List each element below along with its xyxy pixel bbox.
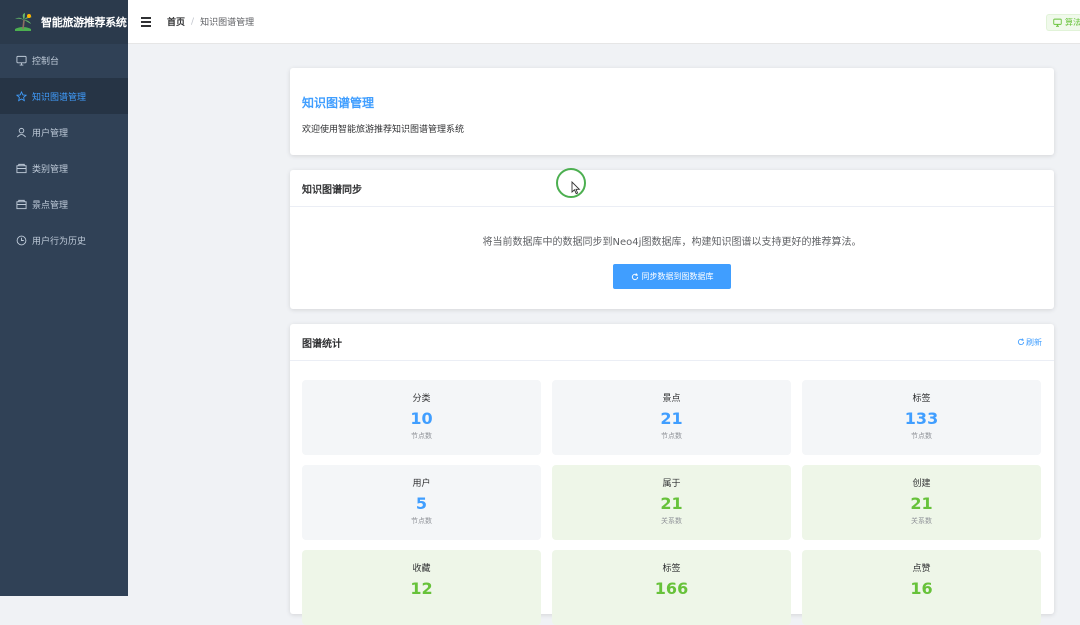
stat-unit: 节点数 [911,432,932,440]
stat-tile: 点赞 16 [802,550,1041,625]
stat-unit: 节点数 [411,432,432,440]
stat-name: 点赞 [912,564,931,574]
stat-tile: 标签 166 [552,550,791,625]
stat-tile: 分类 10 节点数 [302,380,541,455]
sync-to-graph-button[interactable]: 同步数据到图数据库 [613,264,731,289]
breadcrumb-home[interactable]: 首页 [167,15,185,28]
stat-tile: 标签 133 节点数 [802,380,1041,455]
stats-card-header: 图谱统计 刷新 [290,324,1054,361]
refresh-label: 刷新 [1026,337,1042,347]
sidebar-item-knowledge-graph[interactable]: 知识图谱管理 [0,78,128,114]
sidebar-item-label: 知识图谱管理 [32,92,87,103]
top-bar: 首页 / 知识图谱管理 算法 [128,0,1080,44]
sidebar-item-users[interactable]: 用户管理 [0,114,128,150]
refresh-icon [1017,338,1025,346]
sidebar-item-categories[interactable]: 类别管理 [0,150,128,186]
sidebar-item-label: 用户行为历史 [32,236,87,247]
star-icon [15,90,27,102]
sidebar-item-dashboard[interactable]: 控制台 [0,42,128,78]
mouse-cursor-icon [571,181,581,195]
stat-tile: 创建 21 关系数 [802,465,1041,540]
stat-unit: 关系数 [661,517,682,525]
stat-name: 用户 [412,479,431,489]
algorithm-tag-label: 算法 [1065,18,1080,27]
clock-icon [15,234,27,246]
stats-card: 图谱统计 刷新 分类 10 节点数 景点 21 节点数 标签 133 节点数 用户 5 节点数 属于 21… [290,324,1054,625]
sync-card: 知识图谱同步 将当前数据库中的数据同步到Neo4j图数据库，构建知识图谱以支持更… [290,170,1054,309]
stat-tile: 景点 21 节点数 [552,380,791,455]
monitor-icon [1053,18,1062,27]
user-icon [15,126,27,138]
stat-name: 收藏 [412,564,431,574]
stat-tile: 收藏 12 [302,550,541,625]
stat-name: 创建 [912,479,931,489]
palm-tree-logo-icon [15,13,32,31]
sidebar-item-label: 用户管理 [32,128,69,139]
monitor-icon [15,54,27,66]
hamburger-menu-icon[interactable] [141,16,153,28]
stat-name: 标签 [662,564,681,574]
breadcrumb-current: 知识图谱管理 [200,18,255,28]
stat-unit: 节点数 [661,432,682,440]
sidebar-item-attractions[interactable]: 景点管理 [0,186,128,222]
stat-unit: 节点数 [411,517,432,525]
app-logo[interactable]: 智能旅游推荐系统 [0,0,128,44]
stat-value: 5 [415,494,428,513]
stat-unit: 关系数 [911,517,932,525]
sync-button-label: 同步数据到图数据库 [641,272,714,281]
sidebar-item-label: 景点管理 [32,200,69,211]
stat-value: 21 [660,494,683,513]
sidebar-item-label: 控制台 [32,56,60,67]
stat-name: 景点 [662,394,681,404]
algorithm-tag[interactable]: 算法 [1046,14,1080,31]
stat-name: 属于 [662,479,681,489]
breadcrumb-separator: / [191,16,195,27]
stat-tile: 属于 21 关系数 [552,465,791,540]
welcome-description: 欢迎使用智能旅游推荐知识图谱管理系统 [302,125,465,135]
folder-icon [15,198,27,210]
page-title: 知识图谱管理 [302,96,375,110]
stat-value: 10 [410,409,433,428]
sync-description: 将当前数据库中的数据同步到Neo4j图数据库，构建知识图谱以支持更好的推荐算法。 [482,237,862,248]
stat-value: 16 [910,579,933,598]
stat-name: 标签 [912,394,931,404]
refresh-button[interactable]: 刷新 [1017,337,1042,348]
app-title: 智能旅游推荐系统 [41,16,127,29]
stat-tile: 用户 5 节点数 [302,465,541,540]
stat-name: 分类 [412,394,431,404]
folder-icon [15,162,27,174]
refresh-icon [631,272,638,280]
welcome-card: 知识图谱管理 欢迎使用智能旅游推荐知识图谱管理系统 [290,68,1054,155]
stat-value: 21 [910,494,933,513]
breadcrumb: 首页 / 知识图谱管理 [167,15,255,29]
stats-card-title: 图谱统计 [302,338,342,350]
stat-value: 166 [654,579,689,598]
stat-value: 133 [904,409,939,428]
sidebar: 智能旅游推荐系统 控制台 知识图谱管理 用户管理 类别管理 景点管理 用户行为历… [0,0,128,596]
main-content: 知识图谱管理 欢迎使用智能旅游推荐知识图谱管理系统 知识图谱同步 将当前数据库中… [128,44,1080,625]
sidebar-item-label: 类别管理 [32,164,69,175]
sidebar-item-user-history[interactable]: 用户行为历史 [0,222,128,258]
stats-grid: 分类 10 节点数 景点 21 节点数 标签 133 节点数 用户 5 节点数 属于 21 关系数 创建 21 关… [290,361,1054,625]
stat-value: 21 [660,409,683,428]
sync-card-header: 知识图谱同步 [290,170,1054,207]
sync-card-title: 知识图谱同步 [302,184,362,196]
stat-value: 12 [410,579,433,598]
